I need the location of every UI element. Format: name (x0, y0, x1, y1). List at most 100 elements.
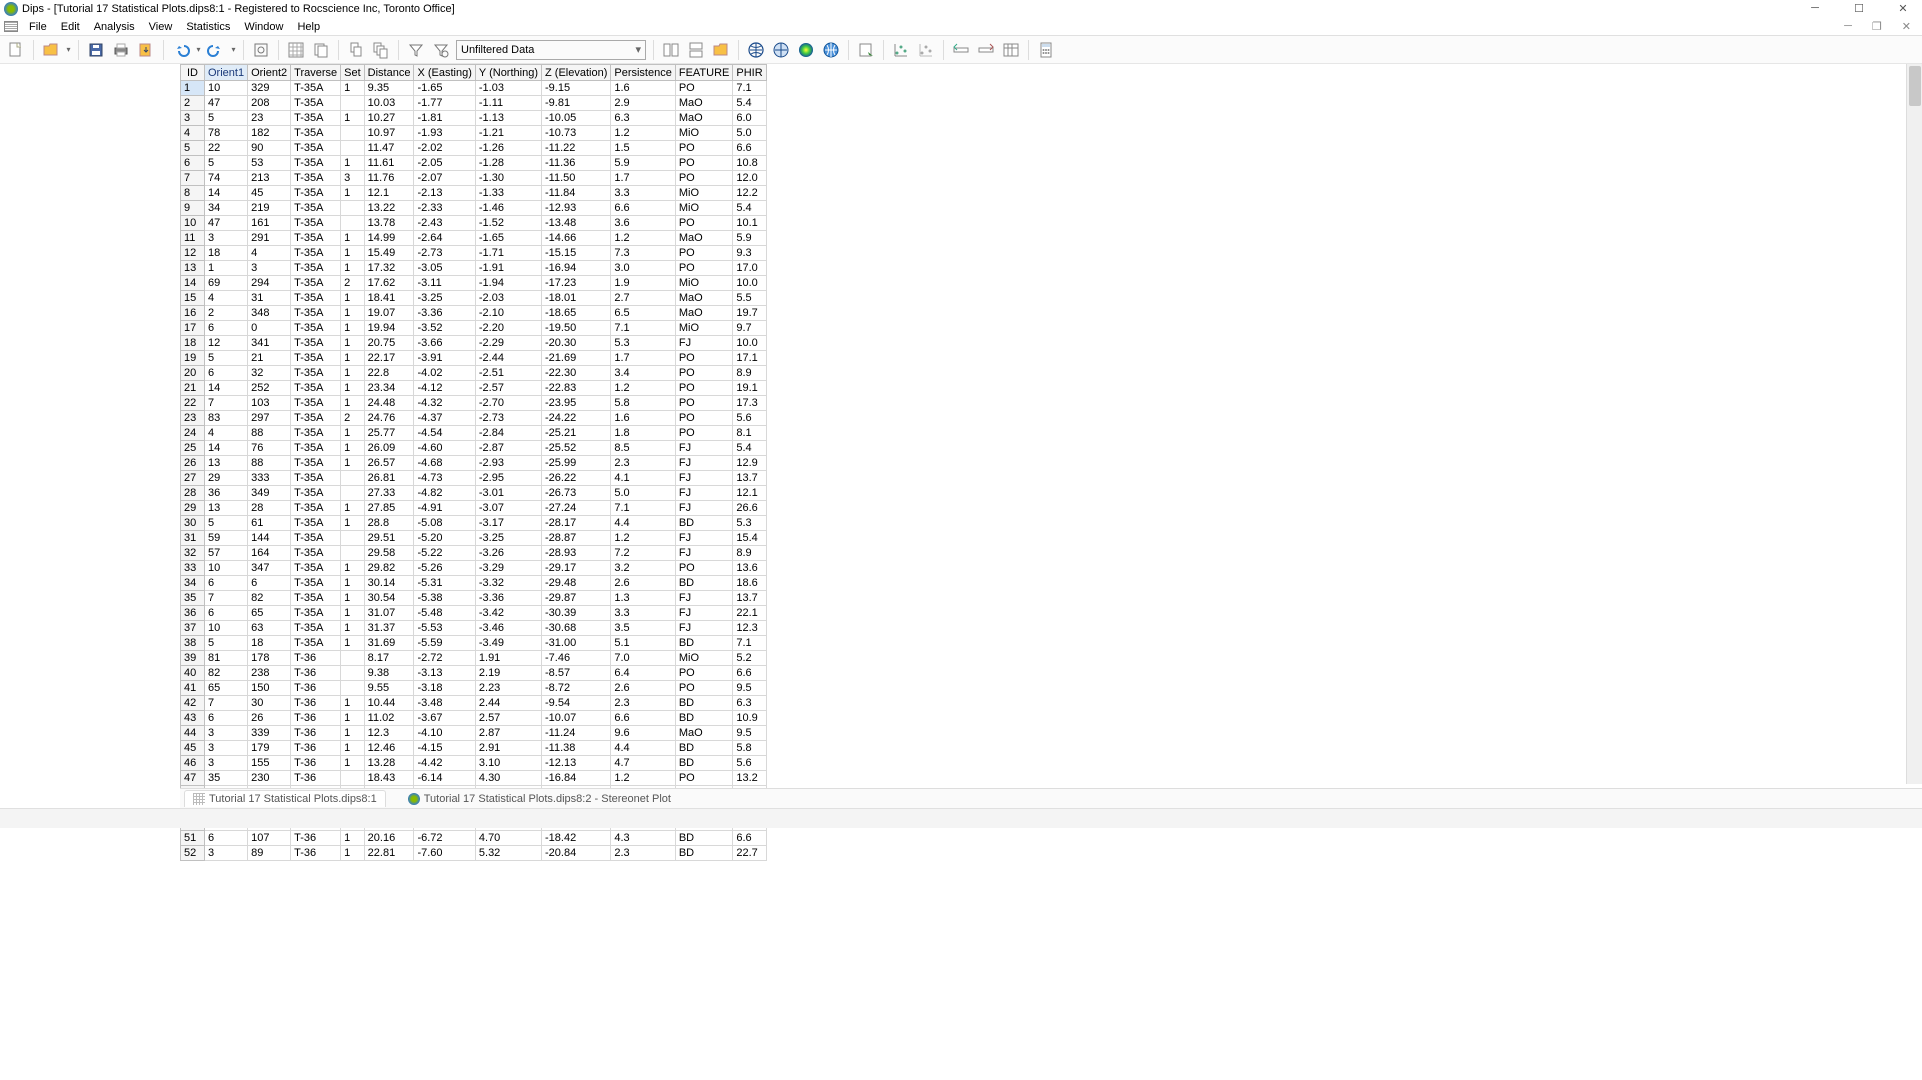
cell[interactable]: 8.1 (733, 426, 766, 441)
cell[interactable]: 27.85 (364, 501, 414, 516)
cell[interactable]: 6.6 (733, 141, 766, 156)
cell[interactable]: 13 (205, 501, 248, 516)
cell[interactable]: 14.99 (364, 231, 414, 246)
cell[interactable]: 1 (341, 156, 365, 171)
cell[interactable]: -2.02 (414, 141, 475, 156)
cell[interactable]: 5.32 (475, 846, 541, 861)
cell[interactable]: 161 (248, 216, 291, 231)
cell[interactable]: BD (675, 741, 733, 756)
cell[interactable]: 26.09 (364, 441, 414, 456)
table-row[interactable]: 1047161T-35A13.78-2.43-1.52-13.483.6PO10… (181, 216, 767, 231)
cell[interactable]: 6.4 (611, 666, 675, 681)
split-horizontal-button[interactable] (684, 38, 708, 62)
cell[interactable]: 2.3 (611, 696, 675, 711)
cell[interactable]: 4.70 (475, 831, 541, 846)
cell[interactable]: FJ (675, 456, 733, 471)
cell[interactable]: 4 (248, 246, 291, 261)
cell[interactable]: T-36 (291, 681, 341, 696)
cell[interactable]: PO (675, 666, 733, 681)
table-row[interactable]: 4165150T-369.55-3.182.23-8.722.6PO9.5 (181, 681, 767, 696)
cell[interactable] (341, 546, 365, 561)
cell[interactable]: 5.0 (733, 126, 766, 141)
row-header[interactable]: 47 (181, 771, 205, 786)
cell[interactable]: -5.08 (414, 516, 475, 531)
vertical-scrollbar[interactable] (1906, 64, 1922, 784)
cell[interactable]: 12.1 (364, 186, 414, 201)
grid-view-button[interactable] (284, 38, 308, 62)
cell[interactable]: 6.6 (611, 711, 675, 726)
cell[interactable]: 15.4 (733, 531, 766, 546)
cell[interactable]: 3 (205, 726, 248, 741)
table-row[interactable]: 463155T-36113.28-4.423.10-12.134.7BD5.6 (181, 756, 767, 771)
table-row[interactable]: 81445T-35A112.1-2.13-1.33-11.843.3MiO12.… (181, 186, 767, 201)
row-header[interactable]: 40 (181, 666, 205, 681)
cell[interactable]: 6.6 (611, 201, 675, 216)
cell[interactable]: 22.1 (733, 606, 766, 621)
cell[interactable]: 6 (205, 576, 248, 591)
cell[interactable]: -30.68 (542, 621, 611, 636)
cell[interactable]: FJ (675, 591, 733, 606)
row-header[interactable]: 23 (181, 411, 205, 426)
row-header[interactable]: 24 (181, 426, 205, 441)
cell[interactable]: 208 (248, 96, 291, 111)
cell[interactable]: -2.03 (475, 291, 541, 306)
cell[interactable]: T-35A (291, 561, 341, 576)
row-header[interactable]: 14 (181, 276, 205, 291)
cell[interactable]: 1.5 (611, 141, 675, 156)
row-header[interactable]: 46 (181, 756, 205, 771)
cell[interactable]: 29.82 (364, 561, 414, 576)
cell[interactable]: -11.36 (542, 156, 611, 171)
row-header[interactable]: 26 (181, 456, 205, 471)
cell[interactable]: T-36 (291, 726, 341, 741)
cell[interactable]: 10.44 (364, 696, 414, 711)
row-header[interactable]: 1 (181, 81, 205, 96)
cell[interactable]: T-35A (291, 321, 341, 336)
menu-file[interactable]: File (22, 20, 54, 34)
cell[interactable]: T-35A (291, 306, 341, 321)
cell[interactable]: T-35A (291, 276, 341, 291)
cell[interactable]: 31.37 (364, 621, 414, 636)
menu-statistics[interactable]: Statistics (179, 20, 237, 34)
add-row-button[interactable] (949, 38, 973, 62)
table-row[interactable]: 2836349T-35A27.33-4.82-3.01-26.735.0FJ12… (181, 486, 767, 501)
cell[interactable]: 17.3 (733, 396, 766, 411)
cell[interactable]: -2.84 (475, 426, 541, 441)
cell[interactable]: -3.42 (475, 606, 541, 621)
cell[interactable]: 1.2 (611, 231, 675, 246)
cell[interactable]: 13.6 (733, 561, 766, 576)
cell[interactable]: 1 (341, 426, 365, 441)
cell[interactable]: -22.83 (542, 381, 611, 396)
table-row[interactable]: 15431T-35A118.41-3.25-2.03-18.012.7MaO5.… (181, 291, 767, 306)
redo-button[interactable] (204, 38, 228, 62)
cell[interactable]: 1 (341, 696, 365, 711)
cell[interactable]: -11.38 (542, 741, 611, 756)
cell[interactable]: 1 (341, 336, 365, 351)
cell[interactable]: -18.42 (542, 831, 611, 846)
cell[interactable]: T-36 (291, 846, 341, 861)
table-row[interactable]: 2729333T-35A26.81-4.73-2.95-26.224.1FJ13… (181, 471, 767, 486)
open-dropdown-icon[interactable]: ▾ (64, 45, 73, 54)
cell[interactable]: -4.32 (414, 396, 475, 411)
cell[interactable]: 2.7 (611, 291, 675, 306)
cell[interactable]: 6 (205, 831, 248, 846)
table-row[interactable]: 20632T-35A122.8-4.02-2.51-22.303.4PO8.9 (181, 366, 767, 381)
row-header[interactable]: 45 (181, 741, 205, 756)
cell[interactable]: -2.70 (475, 396, 541, 411)
cell[interactable]: -3.11 (414, 276, 475, 291)
cell[interactable]: -2.33 (414, 201, 475, 216)
cell[interactable]: 32 (248, 366, 291, 381)
row-header[interactable]: 39 (181, 651, 205, 666)
cell[interactable]: -3.25 (475, 531, 541, 546)
cell[interactable]: MiO (675, 186, 733, 201)
table-row[interactable]: 3466T-35A130.14-5.31-3.32-29.482.6BD18.6 (181, 576, 767, 591)
cell[interactable]: PO (675, 81, 733, 96)
cell[interactable]: 1 (341, 246, 365, 261)
cell[interactable]: 31 (248, 291, 291, 306)
cell[interactable]: 348 (248, 306, 291, 321)
cell[interactable]: 7.3 (611, 246, 675, 261)
menu-edit[interactable]: Edit (54, 20, 87, 34)
document-tab-2[interactable]: Tutorial 17 Statistical Plots.dips8:2 - … (400, 791, 679, 807)
cell[interactable]: 82 (205, 666, 248, 681)
table-row[interactable]: 291328T-35A127.85-4.91-3.07-27.247.1FJ26… (181, 501, 767, 516)
cell[interactable]: 2.87 (475, 726, 541, 741)
